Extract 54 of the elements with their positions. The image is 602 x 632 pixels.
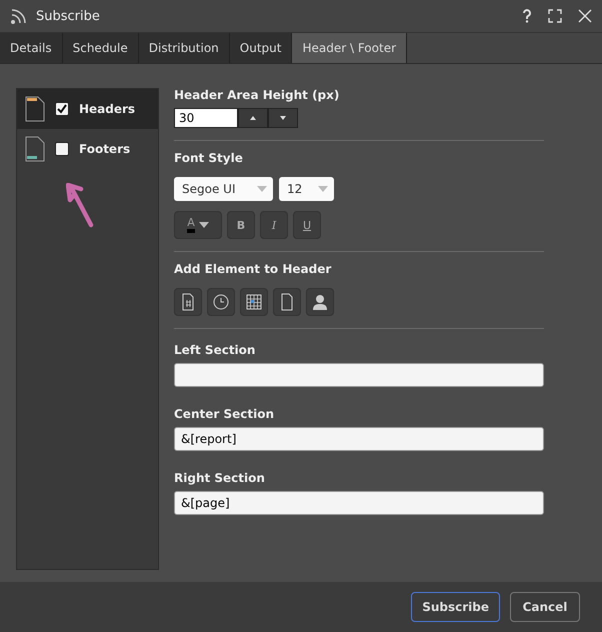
tab[interactable]: Header \ Footer bbox=[292, 33, 408, 63]
field-label: Add Element to Header bbox=[174, 262, 332, 276]
section-item[interactable]: Headers bbox=[17, 89, 158, 129]
text-field[interactable]: &[report] bbox=[174, 427, 544, 451]
checkbox[interactable] bbox=[55, 142, 69, 156]
field-label: Font Style bbox=[174, 151, 244, 165]
clock-icon bbox=[213, 293, 229, 311]
text-field[interactable] bbox=[174, 363, 544, 387]
page-icon bbox=[279, 293, 295, 311]
numbered-page-icon bbox=[180, 293, 196, 311]
font-dropdown[interactable]: Segoe UI bbox=[174, 177, 273, 201]
italic-button[interactable]: I bbox=[260, 211, 288, 239]
cancel-button[interactable]: Cancel bbox=[510, 592, 580, 622]
caret-icon bbox=[318, 186, 328, 192]
number-field[interactable]: 30 bbox=[174, 108, 238, 128]
insert-element-button[interactable] bbox=[306, 288, 334, 316]
up-arrow-icon bbox=[250, 116, 256, 120]
feed-icon bbox=[10, 7, 28, 25]
document-icon bbox=[25, 96, 45, 122]
text-color-button[interactable]: A bbox=[174, 211, 222, 239]
caret-icon bbox=[257, 186, 267, 192]
size-dropdown[interactable]: 12 bbox=[279, 177, 334, 201]
field-label: Left Section bbox=[174, 343, 256, 357]
section-label: Footers bbox=[79, 142, 130, 156]
maximize-icon[interactable] bbox=[548, 9, 562, 23]
checkbox[interactable] bbox=[55, 102, 69, 116]
down-arrow-icon bbox=[280, 116, 286, 120]
insert-element-button[interactable] bbox=[174, 288, 202, 316]
bold-button[interactable]: B bbox=[227, 211, 255, 239]
field-label: Header Area Height (px) bbox=[174, 88, 340, 102]
subscribe-button[interactable]: Subscribe bbox=[411, 592, 500, 622]
section-item[interactable]: Footers bbox=[17, 129, 158, 169]
window-title: Subscribe bbox=[36, 8, 101, 24]
tab[interactable]: Output bbox=[230, 33, 292, 63]
close-icon[interactable] bbox=[578, 9, 592, 23]
caret-icon bbox=[198, 222, 209, 228]
user-icon bbox=[312, 293, 328, 311]
tab[interactable]: Schedule bbox=[62, 33, 139, 63]
tab[interactable]: Details bbox=[0, 33, 63, 63]
document-icon bbox=[25, 136, 45, 162]
text-field[interactable]: &[page] bbox=[174, 491, 544, 515]
insert-element-button[interactable] bbox=[240, 288, 268, 316]
tab[interactable]: Distribution bbox=[138, 33, 230, 63]
increment-button[interactable] bbox=[238, 108, 268, 128]
section-label: Headers bbox=[79, 102, 136, 116]
help-icon[interactable] bbox=[522, 9, 532, 23]
insert-element-button[interactable] bbox=[273, 288, 301, 316]
field-label: Right Section bbox=[174, 471, 266, 485]
underline-button[interactable]: U bbox=[293, 211, 321, 239]
field-label: Center Section bbox=[174, 407, 275, 421]
pointer-arrow-icon bbox=[66, 183, 96, 229]
calendar-icon bbox=[246, 293, 262, 311]
insert-element-button[interactable] bbox=[207, 288, 235, 316]
decrement-button[interactable] bbox=[268, 108, 298, 128]
